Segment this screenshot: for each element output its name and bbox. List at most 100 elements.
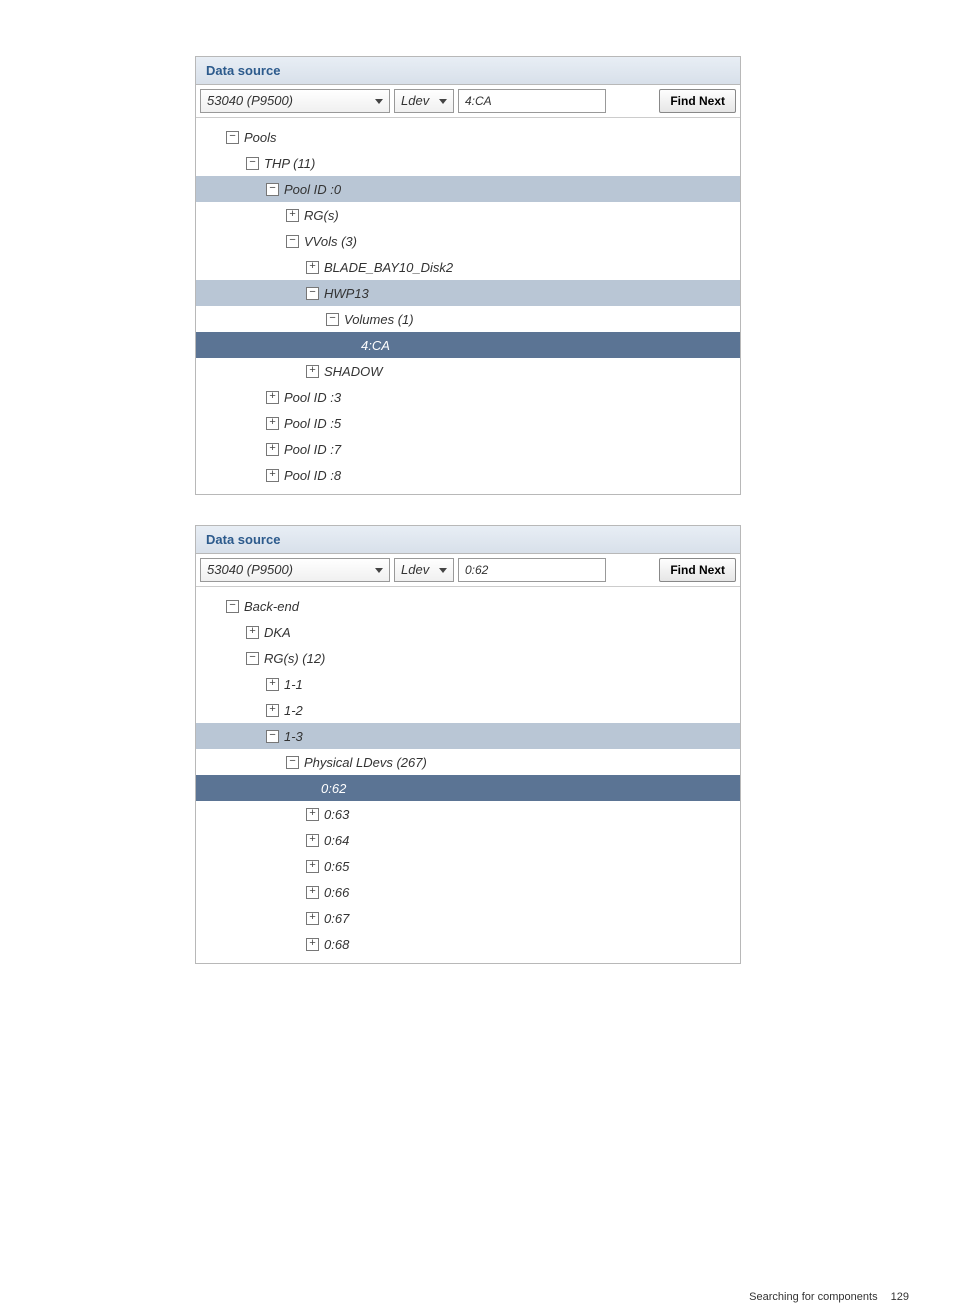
tree-row[interactable]: Pool ID :0	[196, 176, 740, 202]
tree-row[interactable]: Pool ID :5	[196, 410, 740, 436]
tree-node-label: THP (11)	[264, 156, 315, 171]
tree-node-label: BLADE_BAY10_Disk2	[324, 260, 453, 275]
tree-node-label: Volumes (1)	[344, 312, 414, 327]
tree-node-label: Pool ID :0	[284, 182, 341, 197]
footer-page: 129	[891, 1291, 909, 1303]
search-type-label: Ldev	[401, 563, 429, 577]
tree-row[interactable]: RG(s)	[196, 202, 740, 228]
expand-icon[interactable]	[266, 417, 279, 430]
collapse-icon[interactable]	[266, 730, 279, 743]
find-next-button[interactable]: Find Next	[659, 89, 736, 113]
tree-node-label: HWP13	[324, 286, 369, 301]
expand-icon[interactable]	[306, 938, 319, 951]
tree-node-label: SHADOW	[324, 364, 383, 379]
tree-row[interactable]: 0:66	[196, 879, 740, 905]
tree-node-label: Pool ID :8	[284, 468, 341, 483]
tree-row[interactable]: VVols (3)	[196, 228, 740, 254]
tree-row[interactable]: Volumes (1)	[196, 306, 740, 332]
chevron-down-icon	[439, 99, 447, 104]
tree-view: Back-end DKA RG(s) (12) 1-1 1-2 1-3 Physical L…	[196, 587, 740, 963]
tree-node-label: 1-1	[284, 677, 303, 692]
search-type-dropdown[interactable]: Ldev	[394, 89, 454, 113]
collapse-icon[interactable]	[246, 157, 259, 170]
collapse-icon[interactable]	[226, 600, 239, 613]
tree-row[interactable]: DKA	[196, 619, 740, 645]
tree-row[interactable]: 0:68	[196, 931, 740, 957]
panel-title: Data source	[196, 57, 740, 85]
tree-node-label: VVols (3)	[304, 234, 357, 249]
tree-node-label: 0:64	[324, 833, 349, 848]
tree-row[interactable]: Back-end	[196, 593, 740, 619]
collapse-icon[interactable]	[266, 183, 279, 196]
search-input[interactable]	[458, 558, 606, 582]
device-dropdown[interactable]: 53040 (P9500)	[200, 558, 390, 582]
tree-row[interactable]: 0:67	[196, 905, 740, 931]
expand-icon[interactable]	[306, 834, 319, 847]
tree-node-label: Pools	[244, 130, 277, 145]
tree-node-label: Physical LDevs (267)	[304, 755, 427, 770]
tree-node-label: 0:68	[324, 937, 349, 952]
tree-node-label: 0:63	[324, 807, 349, 822]
tree-row[interactable]: 1-2	[196, 697, 740, 723]
data-source-panel-1: Data source 53040 (P9500) Ldev Find Next…	[195, 56, 741, 495]
find-next-button[interactable]: Find Next	[659, 558, 736, 582]
tree-row[interactable]: 0:65	[196, 853, 740, 879]
expand-icon[interactable]	[306, 808, 319, 821]
tree-row[interactable]: RG(s) (12)	[196, 645, 740, 671]
expand-icon[interactable]	[286, 209, 299, 222]
expand-icon[interactable]	[246, 626, 259, 639]
tree-row[interactable]: BLADE_BAY10_Disk2	[196, 254, 740, 280]
tree-row[interactable]: SHADOW	[196, 358, 740, 384]
collapse-icon[interactable]	[306, 287, 319, 300]
device-dropdown-label: 53040 (P9500)	[207, 94, 293, 108]
tree-connector	[346, 332, 361, 358]
expand-icon[interactable]	[266, 391, 279, 404]
search-type-label: Ldev	[401, 94, 429, 108]
device-dropdown[interactable]: 53040 (P9500)	[200, 89, 390, 113]
tree-node-label: Pool ID :3	[284, 390, 341, 405]
tree-node-label: 0:62	[321, 781, 346, 796]
tree-row[interactable]: Pool ID :8	[196, 462, 740, 488]
tree-row[interactable]: Pool ID :3	[196, 384, 740, 410]
panel-title: Data source	[196, 526, 740, 554]
tree-node-label: Back-end	[244, 599, 299, 614]
expand-icon[interactable]	[306, 860, 319, 873]
expand-icon[interactable]	[266, 678, 279, 691]
tree-row[interactable]: 1-1	[196, 671, 740, 697]
toolbar: 53040 (P9500) Ldev Find Next	[196, 85, 740, 118]
tree-row[interactable]: Physical LDevs (267)	[196, 749, 740, 775]
search-type-dropdown[interactable]: Ldev	[394, 558, 454, 582]
tree-node-label: 0:66	[324, 885, 349, 900]
expand-icon[interactable]	[306, 912, 319, 925]
collapse-icon[interactable]	[226, 131, 239, 144]
expand-icon[interactable]	[306, 365, 319, 378]
tree-row[interactable]: Pools	[196, 124, 740, 150]
expand-icon[interactable]	[266, 704, 279, 717]
tree-row[interactable]: 0:62	[196, 775, 740, 801]
tree-node-label: 1-2	[284, 703, 303, 718]
expand-icon[interactable]	[266, 469, 279, 482]
expand-icon[interactable]	[306, 886, 319, 899]
collapse-icon[interactable]	[286, 756, 299, 769]
collapse-icon[interactable]	[286, 235, 299, 248]
tree-row[interactable]: 4:CA	[196, 332, 740, 358]
device-dropdown-label: 53040 (P9500)	[207, 563, 293, 577]
tree-row[interactable]: Pool ID :7	[196, 436, 740, 462]
collapse-icon[interactable]	[326, 313, 339, 326]
tree-row[interactable]: THP (11)	[196, 150, 740, 176]
tree-node-label: 0:65	[324, 859, 349, 874]
tree-row[interactable]: 0:63	[196, 801, 740, 827]
expand-icon[interactable]	[306, 261, 319, 274]
collapse-icon[interactable]	[246, 652, 259, 665]
tree-row[interactable]: HWP13	[196, 280, 740, 306]
search-input[interactable]	[458, 89, 606, 113]
tree-node-label: Pool ID :7	[284, 442, 341, 457]
tree-node-label: RG(s) (12)	[264, 651, 325, 666]
tree-node-label: Pool ID :5	[284, 416, 341, 431]
tree-view: Pools THP (11) Pool ID :0 RG(s) VVols (3) BLA…	[196, 118, 740, 494]
page-footer: Searching for components 129	[749, 1291, 909, 1303]
tree-row[interactable]: 0:64	[196, 827, 740, 853]
expand-icon[interactable]	[266, 443, 279, 456]
tree-connector	[306, 775, 321, 801]
tree-row[interactable]: 1-3	[196, 723, 740, 749]
